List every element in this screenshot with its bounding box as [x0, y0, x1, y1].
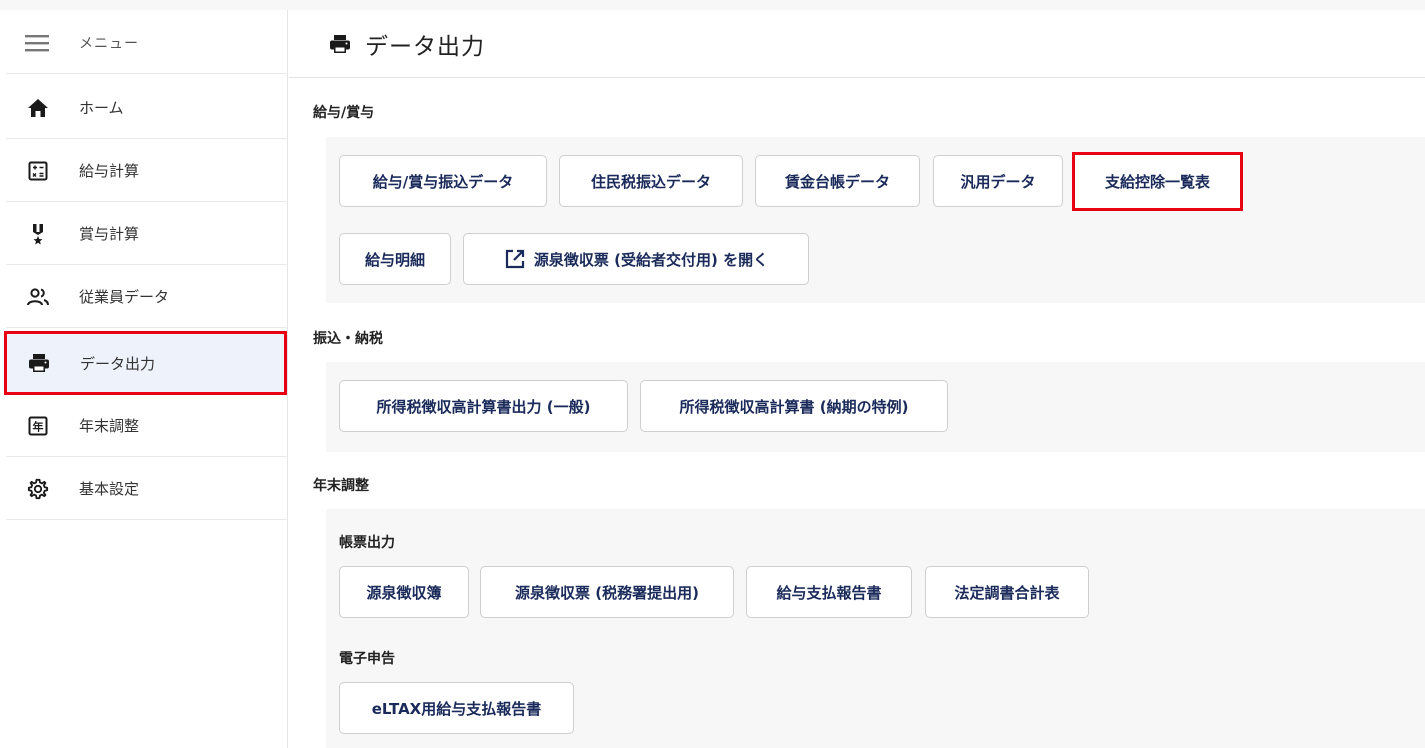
sidebar-item-data-output[interactable]: データ出力: [4, 331, 287, 395]
wage-ledger-data-button[interactable]: 賃金台帳データ: [755, 155, 920, 207]
gear-icon: [6, 478, 68, 500]
medal-icon: [6, 223, 68, 245]
eltax-salary-report-button[interactable]: eLTAX用給与支払報告書: [339, 682, 574, 734]
sidebar-item-label: 給与計算: [79, 162, 140, 180]
sidebar-item-label: 賞与計算: [79, 225, 140, 243]
sidebar-item-payroll[interactable]: 給与計算: [6, 140, 286, 202]
printer-icon: [7, 353, 69, 373]
sidebar: メニュー ホーム 給与計算 賞与計算 従業員データ データ出力 年 年末調整 基…: [0, 10, 288, 748]
sidebar-item-label: ホーム: [79, 99, 124, 117]
sidebar-item-label: データ出力: [80, 354, 156, 373]
main-content: データ出力 給与/賞与 給与/賞与振込データ 住民税振込データ 賃金台帳データ …: [289, 10, 1425, 748]
year-calendar-icon: 年: [6, 416, 68, 436]
page-title: データ出力: [365, 33, 485, 60]
general-data-button[interactable]: 汎用データ: [933, 155, 1063, 207]
income-tax-statement-general-button[interactable]: 所得税徴収高計算書出力 (一般): [339, 380, 628, 432]
home-icon: [6, 98, 68, 118]
sidebar-item-label: 年末調整: [79, 417, 140, 435]
calculator-icon: [6, 161, 68, 181]
sidebar-item-bonus[interactable]: 賞与計算: [6, 203, 286, 265]
withholding-slip-tax-office-button[interactable]: 源泉徴収票 (税務署提出用): [480, 566, 734, 618]
sidebar-item-settings[interactable]: 基本設定: [6, 458, 286, 520]
resident-tax-transfer-data-button[interactable]: 住民税振込データ: [559, 155, 743, 207]
sidebar-item-label: 基本設定: [79, 480, 140, 498]
top-strip: [0, 0, 1425, 10]
open-withholding-slip-label: 源泉徴収票 (受給者交付用) を開く: [533, 250, 769, 269]
open-withholding-slip-button[interactable]: 源泉徴収票 (受給者交付用) を開く: [463, 233, 809, 285]
people-icon: [6, 287, 68, 307]
menu-label: メニュー: [79, 35, 139, 52]
sidebar-item-employees[interactable]: 従業員データ: [6, 266, 286, 328]
salary-payment-report-button[interactable]: 給与支払報告書: [746, 566, 912, 618]
withholding-book-button[interactable]: 源泉徴収簿: [339, 566, 469, 618]
hamburger-icon: [6, 34, 68, 52]
page-header: データ出力: [289, 10, 1425, 78]
menu-toggle[interactable]: メニュー: [6, 12, 286, 74]
statutory-summary-button[interactable]: 法定調書合計表: [925, 566, 1089, 618]
subsection-title-e-filing: 電子申告: [339, 651, 395, 667]
payroll-transfer-data-button[interactable]: 給与/賞与振込データ: [339, 155, 547, 207]
section-title-payroll-bonus: 給与/賞与: [313, 105, 375, 121]
payment-deduction-list-button[interactable]: 支給控除一覧表: [1072, 152, 1243, 211]
income-tax-statement-special-button[interactable]: 所得税徴収高計算書 (納期の特例): [640, 380, 948, 432]
payslip-button[interactable]: 給与明細: [339, 233, 451, 285]
subsection-title-forms: 帳票出力: [339, 535, 395, 551]
sidebar-item-home[interactable]: ホーム: [6, 77, 286, 139]
section-title-transfer-tax: 振込・納税: [313, 331, 383, 347]
external-link-icon: [504, 248, 526, 270]
section-title-year-end: 年末調整: [313, 478, 369, 494]
printer-icon: [329, 34, 351, 54]
svg-text:年: 年: [33, 419, 44, 433]
sidebar-item-label: 従業員データ: [79, 288, 170, 306]
sidebar-item-year-end[interactable]: 年 年末調整: [6, 395, 286, 457]
